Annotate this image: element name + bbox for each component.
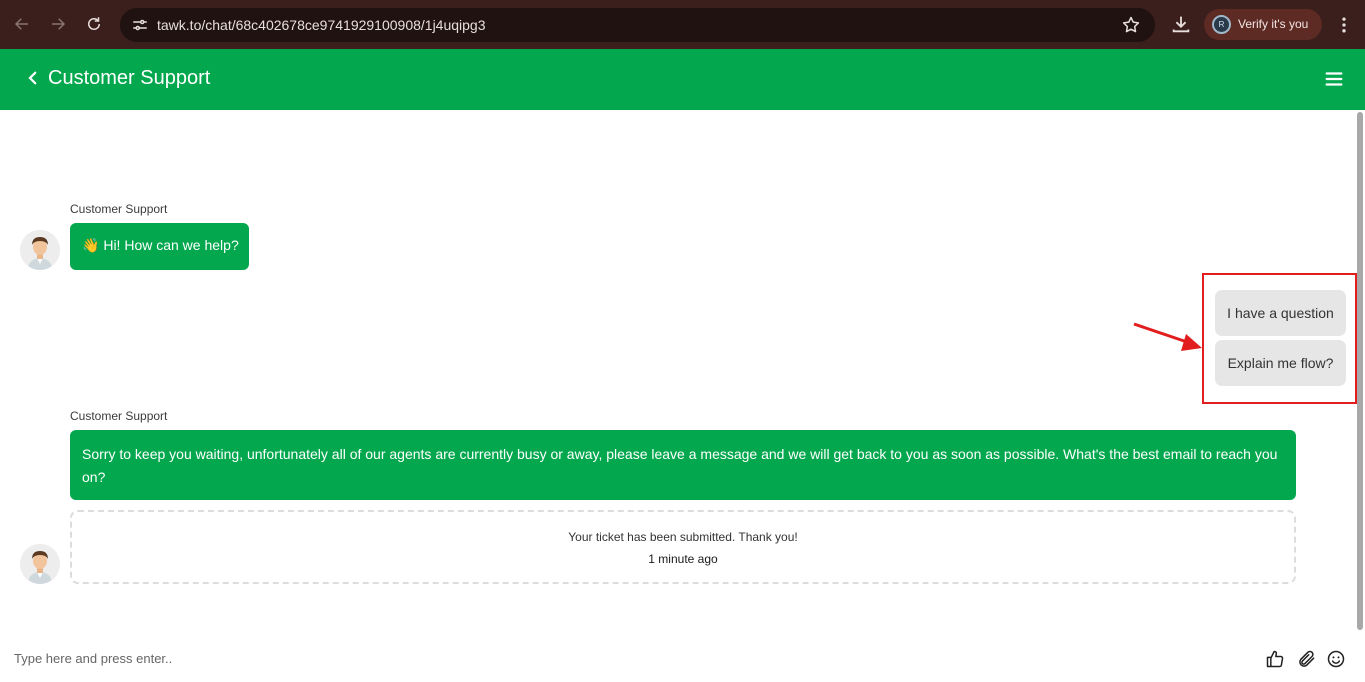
annotation-arrow bbox=[1133, 322, 1202, 351]
ticket-confirmation: Your ticket has been submitted. Thank yo… bbox=[70, 510, 1296, 584]
hamburger-icon[interactable] bbox=[1323, 68, 1345, 90]
chevron-left-icon[interactable] bbox=[24, 68, 42, 88]
verify-profile-button[interactable]: R Verify it's you bbox=[1204, 9, 1322, 40]
annotation-highlight-box bbox=[1202, 273, 1357, 404]
profile-avatar: R bbox=[1212, 15, 1231, 34]
ticket-message: Your ticket has been submitted. Thank yo… bbox=[568, 530, 798, 544]
download-icon[interactable] bbox=[1170, 13, 1192, 35]
message-text: Sorry to keep you waiting, unfortunately… bbox=[82, 446, 1278, 485]
agent-avatar bbox=[20, 544, 60, 584]
star-icon[interactable] bbox=[1121, 15, 1141, 35]
verify-label: Verify it's you bbox=[1238, 17, 1309, 31]
ticket-time: 1 minute ago bbox=[648, 552, 718, 566]
chat-scrollbar[interactable] bbox=[1357, 112, 1363, 630]
back-icon[interactable] bbox=[11, 13, 33, 35]
browser-toolbar: tawk.to/chat/68c402678ce9741929100908/1j… bbox=[0, 0, 1365, 49]
thumbs-up-icon[interactable] bbox=[1265, 649, 1285, 669]
agent-avatar bbox=[20, 230, 60, 270]
forward-icon[interactable] bbox=[47, 13, 69, 35]
message-sender: Customer Support bbox=[70, 202, 168, 216]
url-text: tawk.to/chat/68c402678ce9741929100908/1j… bbox=[157, 17, 486, 33]
message-sender: Customer Support bbox=[70, 409, 168, 423]
kebab-icon[interactable] bbox=[1334, 14, 1354, 36]
reload-icon[interactable] bbox=[83, 13, 105, 35]
chat-title: Customer Support bbox=[48, 67, 211, 89]
smiley-icon[interactable] bbox=[1326, 649, 1346, 669]
paperclip-icon[interactable] bbox=[1297, 649, 1317, 669]
tune-icon[interactable] bbox=[128, 14, 152, 36]
message-text: Hi! How can we help? bbox=[103, 237, 239, 253]
wave-emoji: 👋 bbox=[82, 237, 100, 253]
message-input[interactable] bbox=[14, 646, 1214, 670]
chat-header: Customer Support bbox=[0, 49, 1365, 110]
agent-message-bubble: Sorry to keep you waiting, unfortunately… bbox=[70, 430, 1296, 500]
chat-input-bar bbox=[0, 636, 1365, 682]
address-bar[interactable]: tawk.to/chat/68c402678ce9741929100908/1j… bbox=[120, 8, 1155, 42]
agent-message-bubble: 👋 Hi! How can we help? bbox=[70, 223, 249, 270]
